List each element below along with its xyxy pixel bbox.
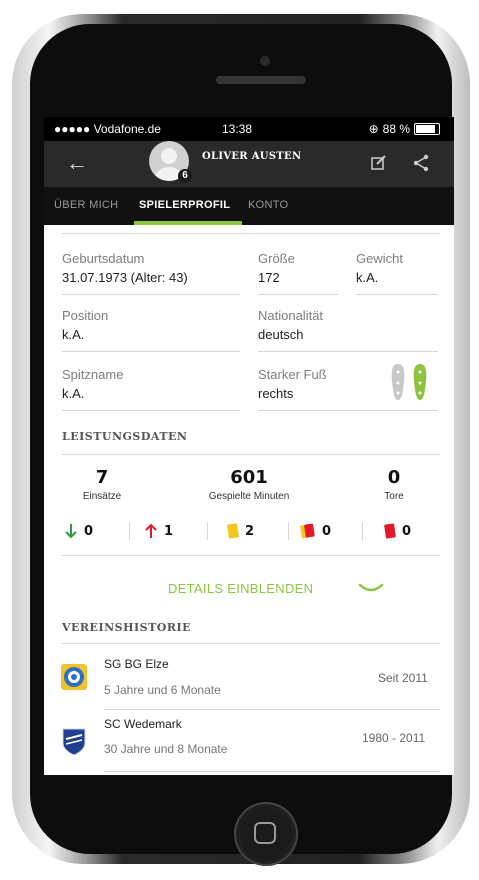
yellow-red-card-stat: 0 bbox=[300, 521, 331, 541]
birthdate-label: Geburtsdatum bbox=[62, 251, 145, 266]
yellow-red-card-icon bbox=[300, 523, 315, 539]
edit-icon[interactable] bbox=[370, 154, 388, 172]
divider bbox=[207, 522, 208, 540]
left-boot-icon bbox=[391, 364, 405, 400]
tab-konto[interactable]: KONTO bbox=[248, 199, 288, 211]
front-camera bbox=[260, 56, 270, 66]
club-logo-wedemark bbox=[62, 728, 86, 756]
foot-value: rechts bbox=[258, 386, 294, 401]
divider bbox=[362, 522, 363, 540]
goals-label: Tore bbox=[384, 491, 404, 502]
minutes-value: 601 bbox=[230, 467, 268, 488]
carrier-label: ●●●●● Vodafone.de ︎ bbox=[54, 122, 161, 136]
red-card-icon bbox=[384, 523, 396, 539]
active-tab-indicator bbox=[134, 221, 242, 225]
height-label: Größe bbox=[258, 251, 295, 266]
subbed-in-stat: 1 bbox=[144, 521, 173, 541]
yellow-card-icon bbox=[227, 523, 239, 539]
club-row[interactable]: SC Wedemark 30 Jahre und 8 Monate 1980 -… bbox=[44, 711, 454, 773]
chevron-down-icon[interactable] bbox=[358, 583, 384, 595]
nationality-label: Nationalität bbox=[258, 308, 324, 323]
divider bbox=[62, 643, 440, 644]
battery-status: ⊕ 88 % bbox=[369, 122, 440, 136]
back-arrow-icon[interactable]: ← bbox=[66, 152, 88, 174]
divider bbox=[104, 771, 440, 772]
nickname-label: Spitzname bbox=[62, 367, 124, 382]
divider bbox=[62, 294, 240, 295]
divider bbox=[129, 522, 130, 540]
app-header: ← 6 OLIVER AUSTEN bbox=[44, 141, 454, 187]
position-value: k.A. bbox=[62, 327, 85, 342]
club-period: Seit 2011 bbox=[378, 671, 428, 685]
divider bbox=[62, 233, 440, 234]
subbed-out-stat: 0 bbox=[64, 521, 93, 541]
position-label: Position bbox=[62, 308, 109, 323]
tab-ueber-mich[interactable]: ÜBER MICH bbox=[54, 199, 118, 211]
orientation-lock-icon: ⊕ bbox=[368, 122, 379, 136]
app-screen: ●●●●● Vodafone.de ︎ 13:38 ⊕ 88 % ← 6 OLI… bbox=[44, 117, 454, 775]
divider bbox=[104, 709, 440, 710]
divider bbox=[258, 294, 338, 295]
foot-label: Starker Fuß bbox=[258, 367, 327, 382]
minutes-label: Gespielte Minuten bbox=[208, 491, 290, 502]
weight-label: Gewicht bbox=[356, 251, 403, 266]
share-icon[interactable] bbox=[412, 154, 430, 172]
divider bbox=[258, 410, 438, 411]
divider bbox=[356, 294, 438, 295]
earpiece-speaker bbox=[216, 76, 306, 84]
divider bbox=[62, 351, 240, 352]
tab-spielerprofil[interactable]: SPIELERPROFIL bbox=[139, 199, 230, 211]
status-bar: ●●●●● Vodafone.de ︎ 13:38 ⊕ 88 % bbox=[44, 117, 454, 141]
club-period: 1980 - 2011 bbox=[362, 731, 426, 745]
club-logo-elze bbox=[61, 664, 87, 690]
home-square-icon bbox=[254, 822, 276, 844]
club-row[interactable]: SG BG Elze 5 Jahre und 6 Monate Seit 201… bbox=[44, 647, 454, 709]
cards-and-subs-row: 0 1 2 0 0 bbox=[44, 521, 454, 541]
nationality-value: deutsch bbox=[258, 327, 304, 342]
clock: 13:38 bbox=[222, 122, 253, 136]
weight-value: k.A. bbox=[356, 270, 379, 285]
arrow-up-icon bbox=[145, 523, 157, 538]
yellow-card-stat: 2 bbox=[227, 521, 254, 541]
performance-title: LEISTUNGSDATEN bbox=[62, 430, 188, 443]
goals-value: 0 bbox=[387, 467, 401, 488]
nickname-value: k.A. bbox=[62, 386, 85, 401]
player-name: OLIVER AUSTEN bbox=[202, 151, 302, 162]
battery-icon bbox=[414, 123, 440, 135]
divider bbox=[62, 410, 240, 411]
divider bbox=[288, 522, 289, 540]
club-duration: 5 Jahre und 6 Monate bbox=[104, 683, 221, 697]
red-card-stat: 0 bbox=[384, 521, 411, 541]
jersey-number-badge: 6 bbox=[178, 169, 192, 183]
right-boot-icon bbox=[413, 364, 427, 400]
height-value: 172 bbox=[258, 270, 280, 285]
club-name: SG BG Elze bbox=[104, 657, 169, 671]
details-toggle-button[interactable]: DETAILS EINBLENDEN bbox=[168, 581, 313, 596]
club-name: SC Wedemark bbox=[104, 717, 182, 731]
divider bbox=[62, 555, 440, 556]
club-duration: 30 Jahre und 8 Monate bbox=[104, 742, 228, 756]
appearances-label: Einsätze bbox=[82, 491, 122, 502]
divider bbox=[258, 351, 438, 352]
profile-tabs: ÜBER MICH SPIELERPROFIL KONTO bbox=[44, 187, 454, 225]
club-history-title: VEREINSHISTORIE bbox=[62, 621, 192, 634]
appearances-value: 7 bbox=[95, 467, 109, 488]
home-button[interactable] bbox=[234, 802, 298, 866]
birthdate-value: 31.07.1973 (Alter: 43) bbox=[62, 270, 188, 285]
divider bbox=[62, 454, 440, 455]
arrow-down-icon bbox=[65, 524, 77, 539]
